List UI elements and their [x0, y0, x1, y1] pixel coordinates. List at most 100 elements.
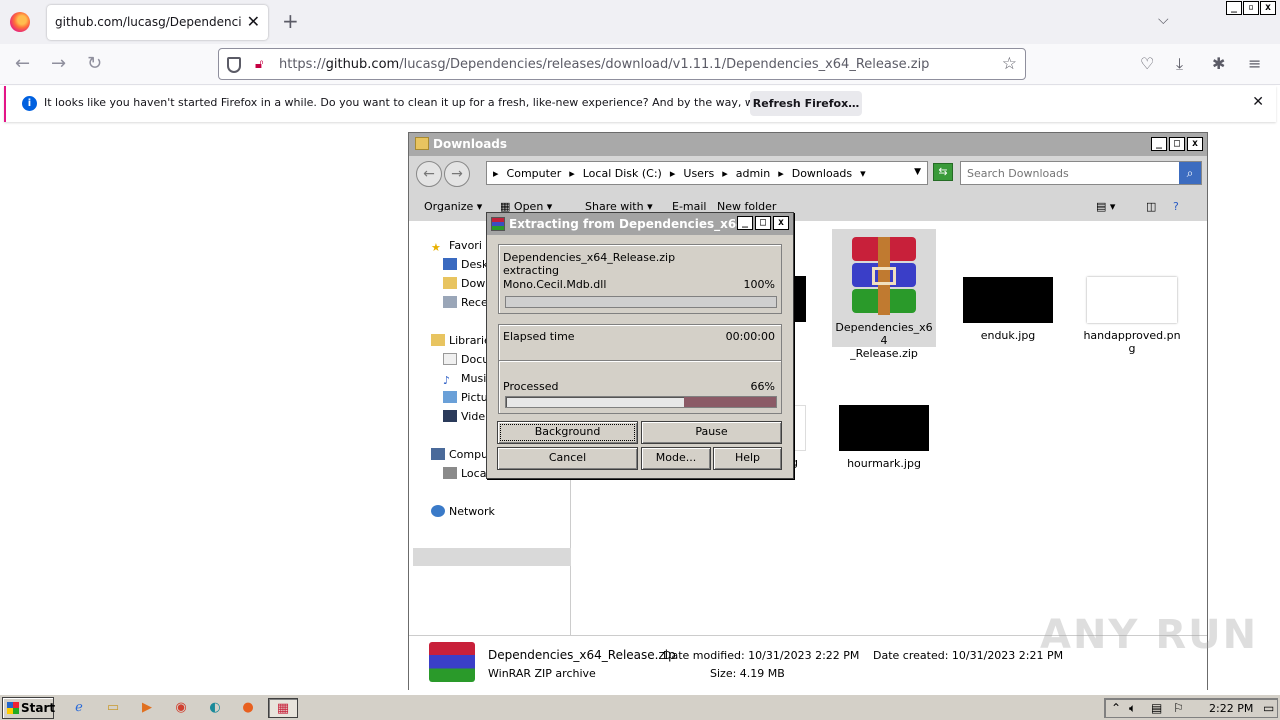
file-item[interactable]: enduk.jpg — [956, 277, 1060, 342]
pictures-icon — [443, 391, 457, 403]
minimize-icon[interactable]: _ — [737, 216, 753, 230]
minimize-icon[interactable]: _ — [1226, 1, 1242, 15]
internet-explorer-icon[interactable]: ℯ — [68, 698, 90, 718]
details-filename: Dependencies_x64_Release.zip — [488, 648, 676, 662]
help-icon[interactable]: ? — [1173, 200, 1179, 213]
network-icon — [431, 505, 445, 517]
cancel-button[interactable]: Cancel — [497, 447, 638, 470]
winrar-extract-dialog: Extracting from Dependencies_x64_Re... _… — [486, 212, 794, 479]
recent-places-icon — [443, 296, 457, 308]
breadcrumb-computer[interactable]: Computer — [507, 167, 562, 180]
nav-pictures[interactable]: Pictu — [443, 391, 488, 404]
browser-navbar: ← → ↻ 🔓︎ https://github.com/lucasg/Depen… — [0, 44, 1280, 85]
chrome-icon[interactable]: ◉ — [170, 698, 192, 718]
network-tray-icon[interactable]: ▤ — [1151, 701, 1162, 715]
address-bar[interactable]: ▸ Computer ▸ Local Disk (C:) ▸ Users ▸ admi… — [486, 161, 928, 185]
breadcrumb-users[interactable]: Users — [683, 167, 714, 180]
restore-icon[interactable]: ▫ — [1243, 1, 1259, 15]
background-button[interactable]: Background — [497, 421, 638, 444]
mode-button[interactable]: Mode... — [641, 447, 711, 470]
image-thumbnail — [963, 277, 1053, 323]
breadcrumb-downloads[interactable]: Downloads — [792, 167, 852, 180]
nav-videos[interactable]: Vide — [443, 410, 485, 423]
extensions-icon[interactable]: ✱ — [1212, 55, 1225, 73]
notification-close-icon[interactable]: ✕ — [1252, 94, 1264, 110]
pause-button[interactable]: Pause — [641, 421, 782, 444]
close-icon[interactable]: x — [1260, 1, 1276, 15]
address-dropdown-icon[interactable]: ▼ — [914, 167, 921, 177]
refresh-firefox-button[interactable]: Refresh Firefox… — [750, 91, 862, 116]
taskbar: Start ℯ ▭ ▶ ◉ ◐ ● ▦ ⌃ 🔈︎ ▤ ⚐ 2:22 PM ▭ — [0, 694, 1280, 720]
preview-pane-icon[interactable]: ◫ — [1146, 200, 1156, 213]
url-bar[interactable]: 🔓︎ https://github.com/lucasg/Dependencie… — [218, 48, 1026, 80]
reload-icon[interactable]: ↻ — [87, 54, 102, 74]
tab-list-chevron-icon[interactable]: ⌵ — [1158, 12, 1169, 28]
back-arrow-icon[interactable]: ← — [15, 54, 30, 74]
back-arrow-icon[interactable]: ← — [416, 161, 442, 187]
show-desktop-icon[interactable]: ▭ — [1263, 701, 1274, 715]
browser-tab-active[interactable]: github.com/lucasg/Dependencies/releases/… — [47, 5, 268, 40]
notification-message: It looks like you haven't started Firefo… — [44, 96, 828, 109]
nav-recent[interactable]: Rece — [443, 296, 488, 309]
tab-close-icon[interactable]: ✕ — [247, 12, 260, 31]
change-view-icon[interactable]: ▤ ▾ — [1096, 200, 1115, 213]
file-label: enduk.jpg — [980, 329, 1036, 342]
explorer-folder-icon[interactable]: ▭ — [102, 698, 124, 718]
nav-favorites[interactable]: ★ Favori — [431, 239, 482, 254]
minimize-icon[interactable]: _ — [1151, 137, 1167, 151]
nav-downloads[interactable]: Dow — [443, 277, 485, 290]
pocket-icon[interactable]: ♡ — [1140, 55, 1154, 73]
dialog-title-bar[interactable]: Extracting from Dependencies_x64_Re... _… — [487, 213, 793, 235]
close-icon[interactable]: x — [1187, 137, 1203, 151]
disk-icon — [443, 467, 457, 479]
nav-computer[interactable]: Compu — [431, 448, 488, 461]
firefox-icon[interactable]: ● — [237, 698, 259, 718]
maximize-icon[interactable]: □ — [1169, 137, 1185, 151]
windows-flag-icon — [7, 702, 19, 714]
nav-desktop[interactable]: Desk — [443, 258, 488, 271]
downloads-folder-icon — [443, 277, 457, 289]
help-button[interactable]: Help — [713, 447, 782, 470]
nav-local-disk[interactable]: Loca — [443, 467, 486, 480]
browser-tab-strip: github.com/lucasg/Dependencies/releases/… — [0, 0, 1280, 44]
downloads-icon[interactable]: ⤓ — [1176, 55, 1183, 73]
volume-icon[interactable]: 🔈︎ — [1129, 701, 1136, 716]
forward-arrow-icon[interactable]: → — [51, 54, 66, 74]
file-label: hourmark.jpg — [847, 457, 921, 470]
action-center-flag-icon[interactable]: ⚐ — [1173, 701, 1184, 715]
insecure-lock-icon[interactable]: 🔓︎ — [255, 57, 263, 72]
file-item[interactable]: handapproved.png — [1080, 277, 1184, 355]
organize-button[interactable]: Organize ▾ — [424, 200, 482, 213]
refresh-icon[interactable]: ⇆ — [933, 163, 953, 181]
media-player-icon[interactable]: ▶ — [136, 698, 158, 718]
show-hidden-icons-chevron-icon[interactable]: ⌃ — [1111, 701, 1121, 715]
start-button[interactable]: Start — [2, 697, 55, 719]
breadcrumb-root-chevron-icon[interactable]: ▸ — [493, 167, 499, 180]
close-icon[interactable]: x — [773, 216, 789, 230]
breadcrumb-local-disk[interactable]: Local Disk (C:) — [583, 167, 662, 180]
nav-documents[interactable]: Docu — [443, 353, 489, 366]
maximize-icon[interactable]: □ — [755, 216, 771, 230]
winrar-taskbar-icon[interactable]: ▦ — [268, 698, 298, 718]
url-text[interactable]: https://github.com/lucasg/Dependencies/r… — [279, 57, 929, 72]
tracking-shield-icon[interactable] — [227, 57, 241, 73]
search-input[interactable] — [961, 162, 1179, 184]
elapsed-value: 00:00:00 — [725, 330, 775, 343]
menu-hamburger-icon[interactable]: ≡ — [1248, 55, 1261, 73]
search-box: ⌕ — [960, 161, 1202, 185]
file-item[interactable]: hourmark.jpg — [832, 405, 936, 470]
file-item-selected[interactable]: Dependencies_x64 _Release.zip — [832, 229, 936, 360]
nav-network[interactable]: Network — [431, 505, 495, 518]
new-tab-icon[interactable]: + — [282, 11, 299, 31]
breadcrumb-admin[interactable]: admin — [736, 167, 770, 180]
total-progress-bar — [505, 396, 777, 408]
explorer-title-bar[interactable]: Downloads _ □ x — [409, 133, 1207, 156]
forward-arrow-icon[interactable]: → — [444, 161, 470, 187]
nav-music[interactable]: ♪ Musi — [443, 372, 486, 387]
edge-icon[interactable]: ◐ — [204, 698, 226, 718]
bookmark-star-icon[interactable]: ☆ — [1002, 54, 1017, 74]
explorer-address-row: ← → ▸ Computer ▸ Local Disk (C:) ▸ Users ▸ … — [409, 156, 1207, 191]
info-icon: i — [22, 96, 37, 111]
search-icon[interactable]: ⌕ — [1179, 162, 1201, 184]
nav-libraries[interactable]: Librarie — [431, 334, 491, 347]
